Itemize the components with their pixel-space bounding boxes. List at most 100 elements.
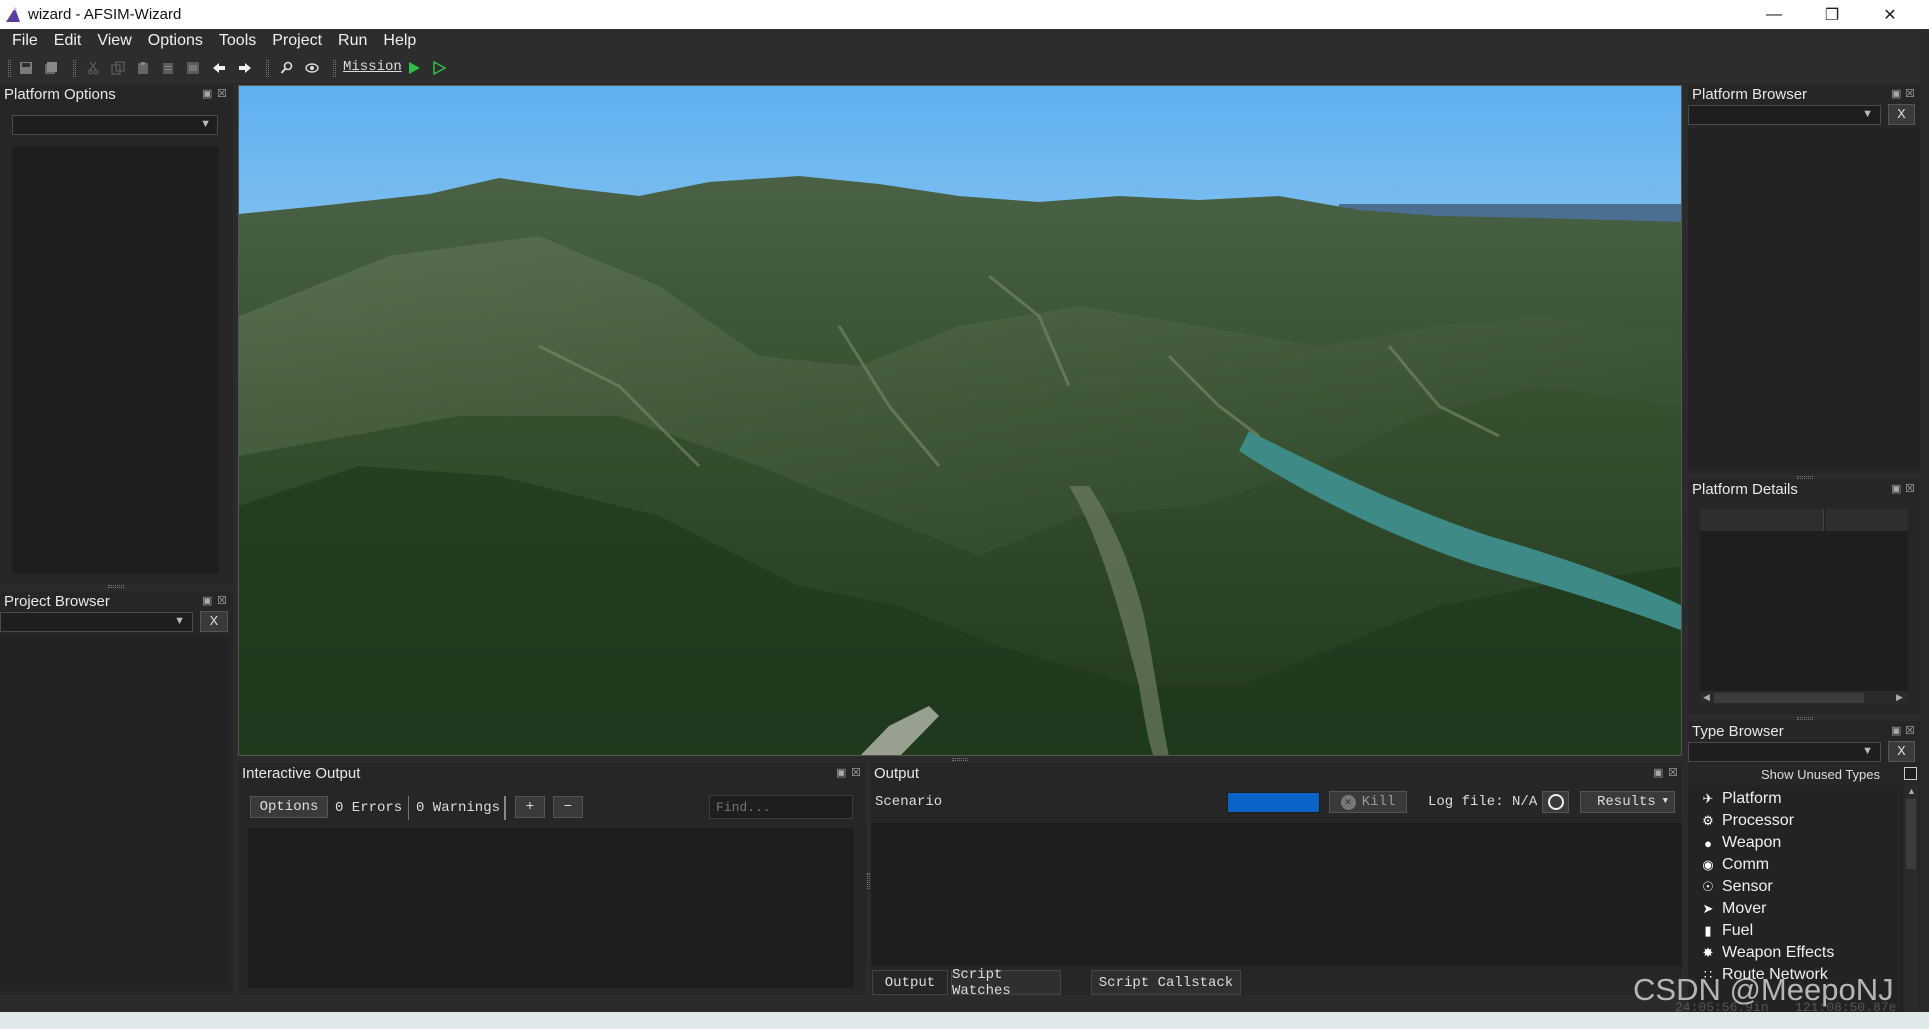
map-3d-view[interactable] [238,85,1682,756]
save-all-icon[interactable] [44,61,58,75]
platform-options-combo[interactable]: ▼ [12,115,218,135]
search-icon[interactable] [280,61,294,75]
terrain-scene [239,86,1681,755]
run-outline-icon[interactable] [432,61,446,75]
type-item-label: Comm [1722,856,1770,873]
platform-filter-clear-button[interactable]: X [1888,104,1915,125]
kill-label: Kill [1361,794,1396,810]
panel-close-icon[interactable]: ☒ [217,594,227,607]
menu-options[interactable]: Options [140,32,211,50]
mission-button[interactable]: Mission [343,59,402,75]
float-icon[interactable]: ▣ [202,594,212,607]
options-button[interactable]: Options [250,796,328,818]
forward-arrow-icon[interactable] [238,61,252,75]
platform-filter-combo[interactable]: ▼ [1688,105,1881,125]
type-item-weapon-effects[interactable]: ✸ Weapon Effects [1688,942,1903,964]
tab-script-callstack[interactable]: Script Callstack [1091,970,1241,995]
menu-run[interactable]: Run [330,32,375,50]
refresh-icon [1547,794,1564,810]
weapon-effects-icon: ✸ [1702,945,1714,960]
type-item-mover[interactable]: ➤ Mover [1688,898,1903,920]
type-filter-combo[interactable]: ▼ [1688,742,1881,762]
float-icon[interactable]: ▣ [836,766,846,779]
menu-tools[interactable]: Tools [211,32,264,50]
panel-close-icon[interactable]: ☒ [1905,482,1915,495]
results-dropdown[interactable]: Results ▼ [1580,791,1675,813]
panel-close-icon[interactable]: ☒ [1905,724,1915,737]
vertical-scrollbar[interactable]: ▲ [1904,785,1918,1012]
type-item-fuel[interactable]: ▮ Fuel [1688,920,1903,942]
type-item-platform[interactable]: ✈ Platform [1688,788,1903,810]
open-log-button[interactable] [1542,791,1569,813]
menu-edit[interactable]: Edit [46,32,90,50]
eye-icon[interactable] [305,61,319,75]
warnings-count[interactable]: 0 Warnings [416,800,500,816]
back-arrow-icon[interactable] [212,61,226,75]
type-item-processor[interactable]: ⚙ Processor [1688,810,1903,832]
find-input[interactable] [709,795,853,819]
toolbar-separator [73,60,76,77]
project-filter-clear-button[interactable]: X [200,611,228,632]
paste-icon[interactable] [136,61,150,75]
run-icon[interactable] [407,61,421,75]
close-icon[interactable]: ✕ [1861,0,1919,29]
cut-icon[interactable] [86,61,100,75]
errors-count[interactable]: 0 Errors [335,800,402,816]
details-column-header[interactable] [1700,509,1824,531]
splitter-handle[interactable] [867,873,870,889]
menu-project[interactable]: Project [264,32,330,50]
copy-doc-icon[interactable] [161,61,175,75]
details-column-header[interactable] [1825,509,1908,531]
scroll-up-icon[interactable]: ▲ [1907,786,1916,796]
menu-file[interactable]: File [0,32,46,50]
type-item-sensor[interactable]: ☉ Sensor [1688,876,1903,898]
type-browser-panel: Type Browser ▣ ☒ ▼ X Show Unused Types ✈… [1688,721,1920,1012]
tab-output[interactable]: Output [872,970,948,995]
float-icon[interactable]: ▣ [1891,87,1901,100]
type-item-weapon[interactable]: ● Weapon [1688,832,1903,854]
title-bar: wizard - AFSIM-Wizard — ❐ ✕ [0,0,1929,29]
type-item-label: Sensor [1722,878,1773,895]
type-filter-clear-button[interactable]: X [1888,741,1915,762]
horizontal-scrollbar[interactable]: ◀ ▶ [1700,691,1908,705]
kill-button[interactable]: ✕ Kill [1329,791,1407,813]
output-console[interactable] [871,823,1682,966]
splitter-handle[interactable] [108,585,124,588]
minimize-icon[interactable]: — [1745,0,1803,29]
type-item-label: Processor [1722,812,1795,829]
float-icon[interactable]: ▣ [202,87,212,100]
scrollbar-thumb[interactable] [1906,799,1916,869]
float-icon[interactable]: ▣ [1653,766,1663,779]
scroll-right-icon[interactable]: ▶ [1896,692,1903,703]
tab-script-watches[interactable]: Script Watches [951,967,1061,999]
panel-close-icon[interactable]: ☒ [217,87,227,100]
paste-doc-icon[interactable] [186,61,200,75]
panel-close-icon[interactable]: ☒ [1905,87,1915,100]
comm-icon: ◉ [1702,857,1714,872]
splitter-handle[interactable] [952,758,968,761]
platform-icon: ✈ [1702,791,1714,806]
restore-icon[interactable]: ❐ [1803,0,1861,29]
menu-view[interactable]: View [89,32,139,50]
platform-list [1688,128,1920,470]
float-icon[interactable]: ▣ [1891,482,1901,495]
save-icon[interactable] [19,61,33,75]
minus-button[interactable]: − [553,796,583,818]
platform-browser-title: Platform Browser [1692,86,1808,103]
scroll-left-icon[interactable]: ◀ [1703,692,1710,703]
interactive-output-console[interactable] [248,828,854,988]
type-item-comm[interactable]: ◉ Comm [1688,854,1903,876]
copy-icon[interactable] [111,61,125,75]
status-bar: 24:05:56.9in 121:08:50.87e [0,1000,1929,1029]
show-unused-checkbox[interactable] [1904,767,1917,780]
scrollbar-thumb[interactable] [1714,693,1864,703]
plus-button[interactable]: + [515,796,545,818]
float-icon[interactable]: ▣ [1891,724,1901,737]
panel-close-icon[interactable]: ☒ [1668,766,1678,779]
project-filter-combo[interactable]: ▼ [0,612,193,632]
processor-icon: ⚙ [1702,813,1714,828]
show-unused-label: Show Unused Types [1761,767,1880,782]
splitter-handle[interactable] [1797,717,1813,720]
menu-help[interactable]: Help [375,32,424,50]
panel-close-icon[interactable]: ☒ [851,766,861,779]
